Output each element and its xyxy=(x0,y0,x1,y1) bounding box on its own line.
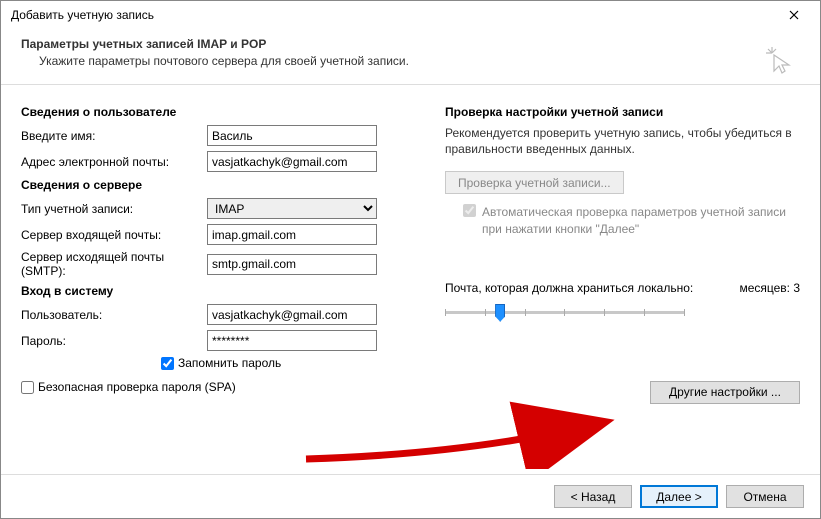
email-label: Адрес электронной почты: xyxy=(21,155,207,169)
cancel-button[interactable]: Отмена xyxy=(726,485,804,508)
incoming-input[interactable] xyxy=(207,224,377,245)
spa-checkbox[interactable] xyxy=(21,381,34,394)
footer: < Назад Далее > Отмена xyxy=(1,474,820,518)
slider-value: месяцев: 3 xyxy=(739,281,800,295)
header: Параметры учетных записей IMAP и POP Ука… xyxy=(1,29,820,85)
close-button[interactable] xyxy=(774,2,814,28)
auto-test-label: Автоматическая проверка параметров учетн… xyxy=(482,204,800,236)
remember-password-label: Запомнить пароль xyxy=(178,356,281,370)
name-label: Введите имя: xyxy=(21,129,207,143)
slider-thumb[interactable] xyxy=(495,304,505,322)
login-section-label: Вход в систему xyxy=(21,284,421,298)
incoming-label: Сервер входящей почты: xyxy=(21,228,207,242)
right-column: Проверка настройки учетной записи Рекоме… xyxy=(445,99,800,404)
titlebar: Добавить учетную запись xyxy=(1,1,820,29)
user-section-label: Сведения о пользователе xyxy=(21,105,421,119)
header-subtitle: Укажите параметры почтового сервера для … xyxy=(21,54,800,68)
server-section-label: Сведения о сервере xyxy=(21,178,421,192)
password-label: Пароль: xyxy=(21,334,207,348)
user-field-label: Пользователь: xyxy=(21,308,207,322)
password-input[interactable] xyxy=(207,330,377,351)
account-type-select[interactable]: IMAP xyxy=(207,198,377,219)
user-input[interactable] xyxy=(207,304,377,325)
cursor-sparkle-icon xyxy=(764,45,796,80)
account-type-label: Тип учетной записи: xyxy=(21,202,207,216)
email-input[interactable] xyxy=(207,151,377,172)
remember-password-checkbox[interactable] xyxy=(161,357,174,370)
offline-slider-section: Почта, которая должна храниться локально… xyxy=(445,281,800,325)
close-icon xyxy=(789,10,799,20)
test-section-label: Проверка настройки учетной записи xyxy=(445,105,800,119)
next-button[interactable]: Далее > xyxy=(640,485,718,508)
outgoing-input[interactable] xyxy=(207,254,377,275)
name-input[interactable] xyxy=(207,125,377,146)
test-description: Рекомендуется проверить учетную запись, … xyxy=(445,125,800,157)
offline-slider[interactable] xyxy=(445,301,685,325)
more-settings-button[interactable]: Другие настройки ... xyxy=(650,381,800,404)
auto-test-checkbox xyxy=(463,204,476,217)
back-button[interactable]: < Назад xyxy=(554,485,632,508)
content: Сведения о пользователе Введите имя: Адр… xyxy=(1,85,820,414)
spa-label: Безопасная проверка пароля (SPA) xyxy=(38,380,236,394)
test-account-button: Проверка учетной записи... xyxy=(445,171,624,194)
outgoing-label: Сервер исходящей почты (SMTP): xyxy=(21,250,207,278)
left-column: Сведения о пользователе Введите имя: Адр… xyxy=(21,99,421,404)
slider-label: Почта, которая должна храниться локально… xyxy=(445,281,693,295)
window-title: Добавить учетную запись xyxy=(11,8,154,22)
header-title: Параметры учетных записей IMAP и POP xyxy=(21,37,800,51)
